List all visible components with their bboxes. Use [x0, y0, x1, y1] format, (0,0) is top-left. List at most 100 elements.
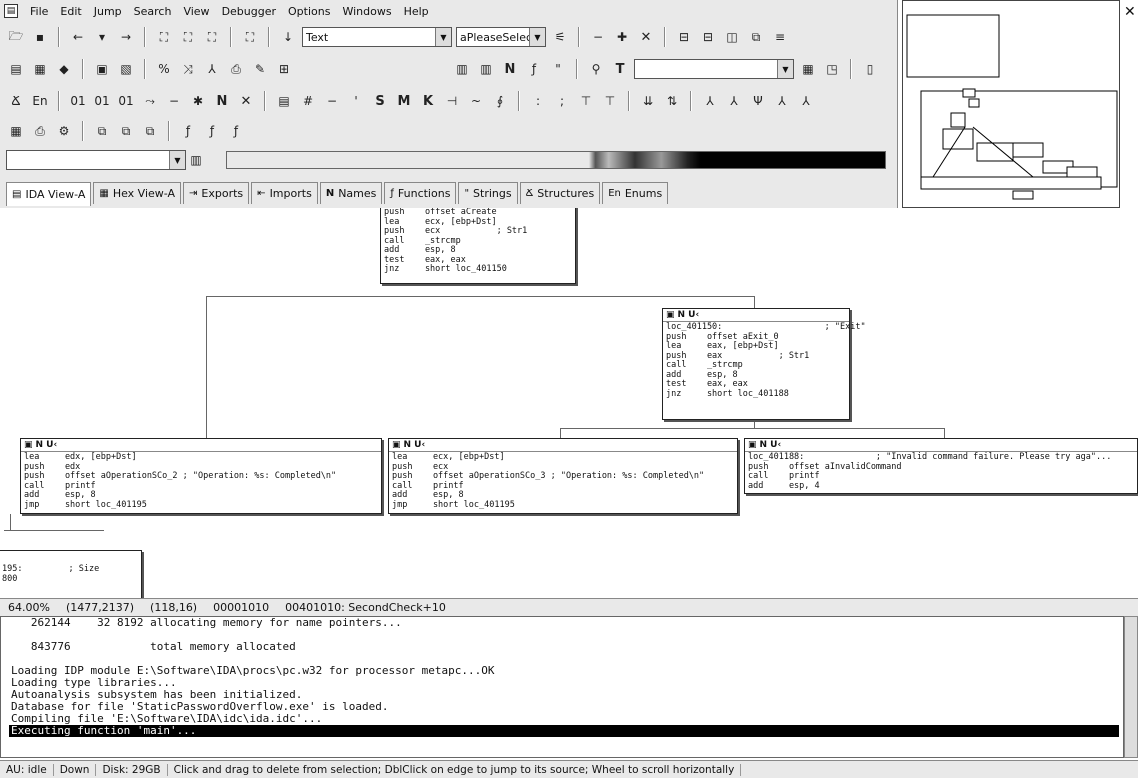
forward-icon[interactable]: → [116, 27, 136, 47]
tree-d-icon[interactable]: ⅄ [772, 91, 792, 111]
print-icon[interactable]: ⎙ [226, 59, 246, 79]
cross-ref-icon[interactable]: ⤳ [140, 91, 160, 111]
graph-overview[interactable] [902, 0, 1120, 208]
select-combo[interactable]: aPleaseSelect ▼ [456, 27, 546, 47]
menu-debugger[interactable]: Debugger [216, 5, 282, 18]
copy-icon[interactable]: ⧉ [92, 121, 112, 141]
binoculars-next-icon[interactable]: ⛶ [178, 27, 198, 47]
segment-s-icon[interactable]: S [370, 91, 390, 111]
binoculars-icon[interactable]: ⛶ [154, 27, 174, 47]
menu-windows[interactable]: Windows [336, 5, 397, 18]
hide-icon[interactable]: ⤨ [178, 59, 198, 79]
system-menu-icon[interactable]: ▤ [4, 4, 18, 18]
menu-view[interactable]: View [177, 5, 215, 18]
diamond-icon[interactable]: ◆ [54, 59, 74, 79]
chevron-down-icon[interactable]: ▼ [529, 28, 545, 46]
strings-icon[interactable]: " [548, 59, 568, 79]
mark-icon[interactable]: M [394, 91, 414, 111]
menu-options[interactable]: Options [282, 5, 336, 18]
arrow-down-icon[interactable]: ↓ [278, 27, 298, 47]
tree-icon[interactable]: ⅄ [202, 59, 222, 79]
segments-icon[interactable]: ▥ [476, 59, 496, 79]
page-icon[interactable]: ▯ [860, 59, 880, 79]
graph-node-operation-2[interactable]: ▣ N U‹ lea edx, [ebp+Dst] push edx push … [20, 438, 382, 514]
asterisk-icon[interactable]: ✱ [188, 91, 208, 111]
colon-icon[interactable]: : [528, 91, 548, 111]
tab-exports[interactable]: ⇥ Exports [183, 182, 250, 204]
percent-icon[interactable]: % [154, 59, 174, 79]
repeat-icon[interactable]: ⊤ [600, 91, 620, 111]
plus-icon[interactable]: ✚ [612, 27, 632, 47]
array-icon[interactable]: ▣ [92, 59, 112, 79]
layout-3-icon[interactable]: ◫ [722, 27, 742, 47]
enum-icon[interactable]: En [30, 91, 50, 111]
tree-b-icon[interactable]: ⅄ [724, 91, 744, 111]
tab-ida-view-a[interactable]: ▤ IDA View-A [6, 182, 92, 206]
binoculars-text-icon[interactable]: ⛶ [202, 27, 222, 47]
minus-icon[interactable]: − [164, 91, 184, 111]
menu-search[interactable]: Search [128, 5, 178, 18]
data-icon[interactable]: ▦ [30, 59, 50, 79]
tab-strings[interactable]: " Strings [458, 182, 518, 204]
menu-help[interactable]: Help [398, 5, 435, 18]
type-combo[interactable]: ▼ [634, 59, 794, 79]
save-icon[interactable]: ▪ [30, 27, 50, 47]
code-icon[interactable]: ▤ [6, 59, 26, 79]
arrows-icon[interactable]: ⇊ [638, 91, 658, 111]
functions-icon[interactable]: ƒ [524, 59, 544, 79]
menu-file[interactable]: File [24, 5, 54, 18]
edit-icon[interactable]: ✎ [250, 59, 270, 79]
minus-icon[interactable]: − [588, 27, 608, 47]
name-icon[interactable]: N [212, 91, 232, 111]
chevron-down-icon[interactable]: ▼ [777, 60, 793, 78]
output-window[interactable]: 262144 32 8192 allocating memory for nam… [0, 616, 1124, 758]
layout-2-icon[interactable]: ⊟ [698, 27, 718, 47]
layout-icon[interactable]: ⊟ [674, 27, 694, 47]
calculator-icon[interactable]: ▦ [6, 121, 26, 141]
graph-node-loc-401188[interactable]: ▣ N U‹ loc_401188: ; "Invalid command fa… [744, 438, 1138, 494]
type-icon[interactable]: T [610, 59, 630, 79]
graph-node-operation-3[interactable]: ▣ N U‹ lea ecx, [ebp+Dst] push ecx push … [388, 438, 738, 514]
pattern-icon[interactable]: ⚲ [586, 59, 606, 79]
chevron-down-icon[interactable]: ▼ [169, 151, 185, 169]
tree-c-icon[interactable]: Ψ [748, 91, 768, 111]
offset-icon[interactable]: ▤ [274, 91, 294, 111]
menu-edit[interactable]: Edit [54, 5, 87, 18]
tab-hex-view-a[interactable]: ▦ Hex View-A [93, 182, 182, 204]
down-up-icon[interactable]: ⇅ [662, 91, 682, 111]
semicolon-icon[interactable]: ; [552, 91, 572, 111]
close-icon[interactable]: ✕ [1124, 4, 1136, 20]
back-icon[interactable]: ← [68, 27, 88, 47]
tilde-icon[interactable]: ~ [466, 91, 486, 111]
function-edit-icon[interactable]: ƒ [202, 121, 222, 141]
paste-icon[interactable]: ⧉ [116, 121, 136, 141]
nav-icon[interactable]: ▥ [186, 150, 206, 170]
navigation-bar[interactable] [226, 151, 886, 169]
search-binary-icon[interactable]: ⛶ [240, 27, 260, 47]
graph-node-loc-401195[interactable]: 195: ; Size 800 [0, 550, 142, 598]
names-icon[interactable]: N [500, 59, 520, 79]
graph-node-top[interactable]: push offset aCreate lea ecx, [ebp+Dst] p… [380, 208, 576, 284]
comment-icon[interactable]: ⊤ [576, 91, 596, 111]
list-icon[interactable]: ≡ [770, 27, 790, 47]
segment-icon[interactable]: ▥ [452, 59, 472, 79]
tree-e-icon[interactable]: ⅄ [796, 91, 816, 111]
tab-functions[interactable]: ƒ Functions [384, 182, 457, 204]
dropdown-icon[interactable]: ▾ [92, 27, 112, 47]
print-2-icon[interactable]: ⎙ [30, 121, 50, 141]
function-icon[interactable]: ƒ [178, 121, 198, 141]
binary-3-icon[interactable]: 01 [116, 91, 136, 111]
struct-icon[interactable]: ▧ [116, 59, 136, 79]
open-icon[interactable]: 🗁 [6, 27, 26, 47]
tool-icon[interactable]: ⚟ [550, 27, 570, 47]
binary-icon[interactable]: 01 [68, 91, 88, 111]
minus-icon[interactable]: − [322, 91, 342, 111]
segment-combo[interactable]: ▼ [6, 150, 186, 170]
operand-icon[interactable]: ⊣ [442, 91, 462, 111]
menu-jump[interactable]: Jump [88, 5, 128, 18]
tab-imports[interactable]: ⇤ Imports [251, 182, 318, 204]
undefine-icon[interactable]: ✕ [236, 91, 256, 111]
stack-icon[interactable]: ∮ [490, 91, 510, 111]
table-icon[interactable]: ⊞ [274, 59, 294, 79]
graph-icon[interactable]: ⧉ [746, 27, 766, 47]
